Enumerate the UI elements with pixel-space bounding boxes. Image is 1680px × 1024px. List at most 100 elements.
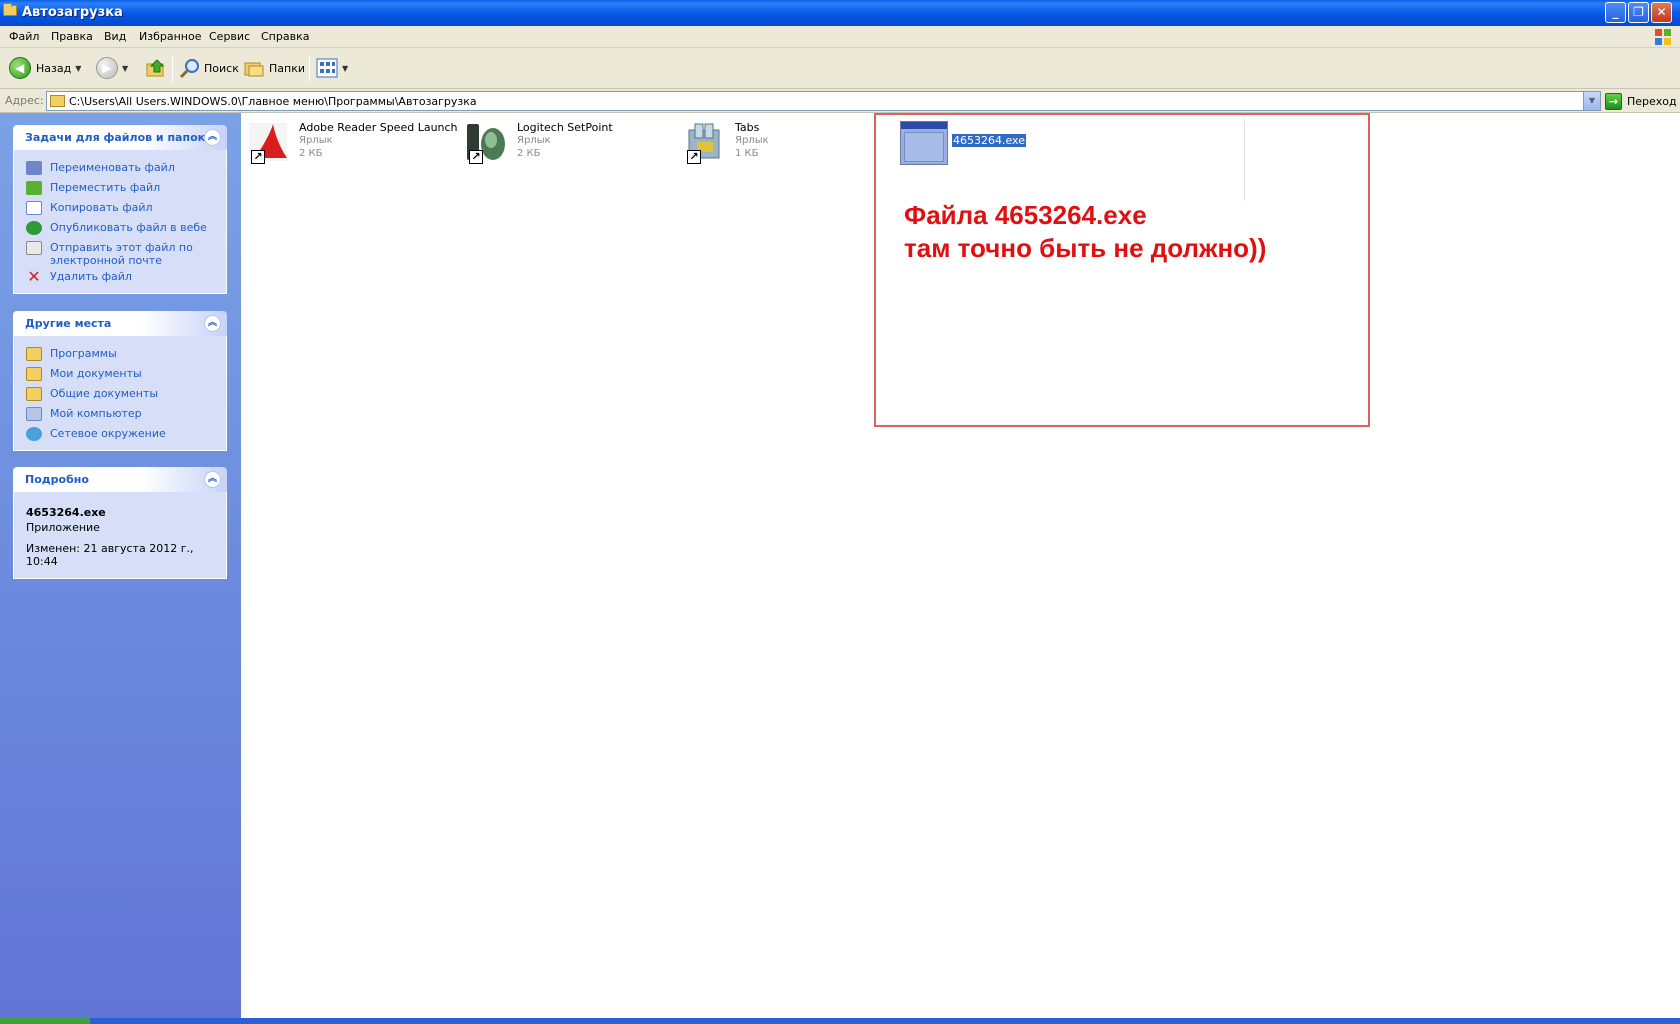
up-folder-button[interactable] <box>145 56 167 80</box>
place-my-computer-label: Мой компьютер <box>50 407 142 420</box>
place-programs[interactable]: Программы <box>14 344 226 364</box>
minimize-button[interactable]: _ <box>1605 2 1626 23</box>
windows-logo-icon <box>1655 29 1671 45</box>
file-name: Logitech SetPoint <box>517 121 613 134</box>
views-dropdown-icon[interactable]: ▼ <box>342 64 348 73</box>
file-type: Ярлык <box>735 135 769 146</box>
task-email[interactable]: Отправить этот файл по электронной почте <box>14 238 226 267</box>
annotation-box <box>874 113 1370 427</box>
task-copy-label: Копировать файл <box>50 201 153 214</box>
folders-icon <box>244 62 264 77</box>
back-label: Назад <box>36 61 72 75</box>
file-size: 2 КБ <box>517 148 541 159</box>
back-arrow-icon: ◀ <box>9 57 31 79</box>
file-size: 1 КБ <box>735 148 759 159</box>
menu-help[interactable]: Справка <box>261 30 309 43</box>
selected-file-label[interactable]: 4653264.exe <box>952 134 1026 147</box>
task-copy[interactable]: Копировать файл <box>14 198 226 218</box>
details-filename: 4653264.exe <box>26 506 106 519</box>
place-programs-label: Программы <box>50 347 117 360</box>
back-dropdown-icon[interactable]: ▼ <box>75 64 81 73</box>
task-publish-label: Опубликовать файл в вебе <box>50 221 207 234</box>
shortcut-arrow-icon: ↗ <box>251 150 265 164</box>
task-email-label: Отправить этот файл по электронной почте <box>50 241 193 267</box>
place-network[interactable]: Сетевое окружение <box>14 424 226 444</box>
forward-button[interactable]: ▶ ▼ <box>96 56 128 80</box>
place-my-computer[interactable]: Мой компьютер <box>14 404 226 424</box>
menu-file[interactable]: Файл <box>9 30 39 43</box>
details-modified: Изменен: 21 августа 2012 г., 10:44 <box>26 542 194 568</box>
place-shared-documents-label: Общие документы <box>50 387 159 400</box>
task-delete-label: Удалить файл <box>50 270 132 283</box>
views-icon <box>316 58 338 78</box>
place-my-documents-label: Мои документы <box>50 367 142 380</box>
details-type: Приложение <box>26 521 100 534</box>
file-tasks-panel: Задачи для файлов и папок ︽ Переименоват… <box>13 125 227 294</box>
go-label: Переход <box>1627 94 1677 108</box>
file-type: Ярлык <box>299 135 333 146</box>
exe-application-icon[interactable] <box>900 121 948 165</box>
restore-button[interactable]: ❐ <box>1628 2 1649 23</box>
views-button[interactable]: ▼ <box>316 56 348 80</box>
folder-icon <box>3 3 17 16</box>
email-icon <box>26 241 42 255</box>
toolbar: ◀ Назад ▼ ▶ ▼ Поиск Папки ▼ <box>0 48 1680 89</box>
annotation-line-2: там точно быть не должно)) <box>904 233 1267 263</box>
rename-icon <box>26 161 42 175</box>
collapse-chevron-icon[interactable]: ︽ <box>204 315 221 332</box>
my-documents-icon <box>26 367 42 381</box>
search-icon <box>179 59 199 79</box>
address-bar: Адрес: C:\Users\All Users.WINDOWS.0\Глав… <box>0 89 1680 113</box>
file-tasks-header[interactable]: Задачи для файлов и папок ︽ <box>13 125 227 150</box>
network-icon <box>26 427 42 441</box>
task-pane: Задачи для файлов и папок ︽ Переименоват… <box>0 113 241 1018</box>
shortcut-arrow-icon: ↗ <box>469 150 483 164</box>
taskbar-edge <box>0 1018 1680 1024</box>
title-bar[interactable]: Автозагрузка _ ❐ ✕ <box>0 0 1680 26</box>
file-name: Tabs <box>735 121 760 134</box>
menu-favorites[interactable]: Избранное <box>139 30 201 43</box>
task-move[interactable]: Переместить файл <box>14 178 226 198</box>
go-arrow-icon: → <box>1605 92 1622 110</box>
place-shared-documents[interactable]: Общие документы <box>14 384 226 404</box>
shared-folder-icon <box>26 387 42 401</box>
menu-tools[interactable]: Сервис <box>209 30 250 43</box>
address-dropdown-icon[interactable]: ▼ <box>1583 92 1600 110</box>
annotation-text: Файла 4653264.exe там точно быть не долж… <box>904 199 1266 265</box>
collapse-chevron-icon[interactable]: ︽ <box>204 471 221 488</box>
task-publish[interactable]: Опубликовать файл в вебе <box>14 218 226 238</box>
details-header[interactable]: Подробно ︽ <box>13 467 227 492</box>
computer-icon <box>26 407 42 421</box>
details-panel: Подробно ︽ 4653264.exe Приложение Измене… <box>13 467 227 579</box>
other-places-title: Другие места <box>25 317 112 330</box>
globe-icon <box>26 221 42 235</box>
go-button[interactable]: → Переход <box>1605 91 1677 111</box>
back-button[interactable]: ◀ Назад ▼ <box>9 56 81 80</box>
file-name: Adobe Reader Speed Launch <box>299 121 458 134</box>
toolbar-separator <box>309 56 310 82</box>
place-my-documents[interactable]: Мои документы <box>14 364 226 384</box>
task-rename-label: Переименовать файл <box>50 161 175 174</box>
task-delete[interactable]: ✕ Удалить файл <box>14 267 226 287</box>
task-rename[interactable]: Переименовать файл <box>14 158 226 178</box>
file-tasks-title: Задачи для файлов и папок <box>25 131 206 144</box>
collapse-chevron-icon[interactable]: ︽ <box>204 129 221 146</box>
forward-arrow-icon: ▶ <box>96 57 118 79</box>
annotation-line-1: Файла 4653264.exe <box>904 200 1147 230</box>
forward-dropdown-icon[interactable]: ▼ <box>122 64 128 73</box>
other-places-header[interactable]: Другие места ︽ <box>13 311 227 336</box>
details-title: Подробно <box>25 473 89 486</box>
other-places-panel: Другие места ︽ Программы Мои документы О… <box>13 311 227 451</box>
address-input[interactable]: C:\Users\All Users.WINDOWS.0\Главное мен… <box>46 91 1601 111</box>
search-label: Поиск <box>204 61 239 75</box>
place-network-label: Сетевое окружение <box>50 427 166 440</box>
close-button[interactable]: ✕ <box>1651 2 1672 23</box>
menu-edit[interactable]: Правка <box>51 30 93 43</box>
task-move-label: Переместить файл <box>50 181 161 194</box>
folders-button[interactable]: Папки <box>243 56 305 80</box>
search-button[interactable]: Поиск <box>179 56 239 80</box>
folder-icon <box>26 347 42 361</box>
up-folder-icon <box>146 59 165 77</box>
menu-view[interactable]: Вид <box>104 30 126 43</box>
window-title: Автозагрузка <box>22 5 123 20</box>
